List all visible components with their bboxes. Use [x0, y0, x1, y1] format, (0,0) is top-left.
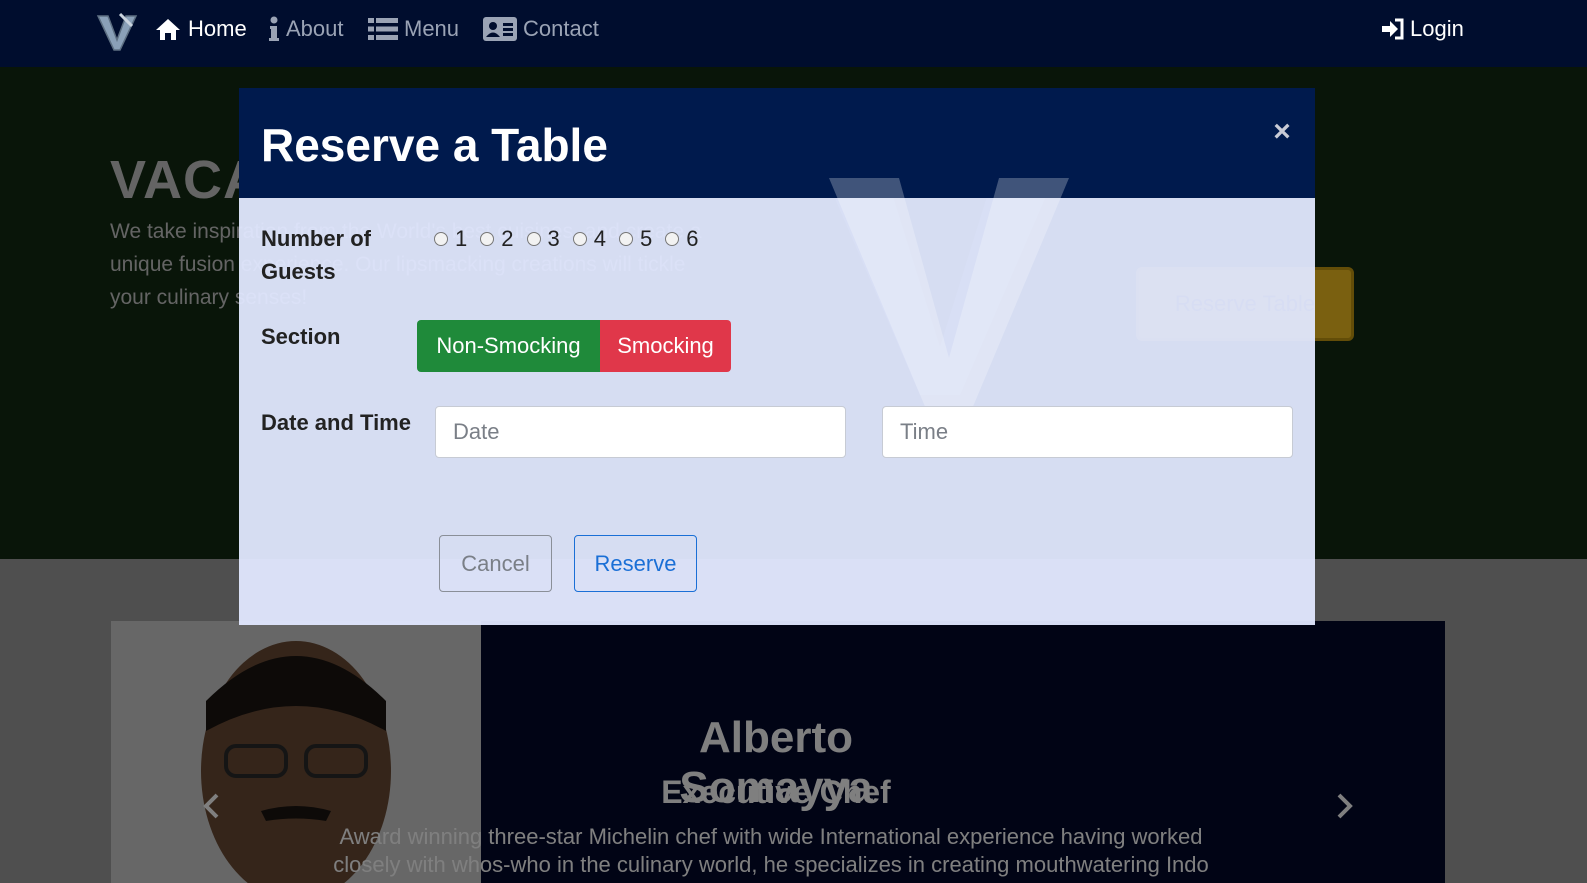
address-card-icon: [483, 17, 517, 41]
radio-button[interactable]: [434, 232, 448, 246]
radio-button[interactable]: [526, 232, 541, 246]
guest-option-label: 6: [686, 226, 699, 251]
nav-menu[interactable]: Menu: [368, 14, 459, 44]
radio-button[interactable]: [480, 232, 495, 246]
guest-option-1[interactable]: 1: [434, 226, 467, 252]
non-smoking-button[interactable]: Non-Smocking: [417, 320, 600, 372]
guests-label: Number of Guests: [261, 226, 371, 284]
nav-about-label: About: [286, 16, 344, 41]
guest-option-label: 4: [593, 226, 606, 251]
modal-title: Reserve a Table: [261, 119, 608, 171]
info-icon: [269, 16, 279, 41]
date-input[interactable]: [435, 406, 846, 458]
sign-in-icon: [1382, 18, 1404, 40]
nav-home-label: Home: [188, 16, 247, 41]
guest-option-label: 5: [640, 226, 653, 251]
guest-option-3[interactable]: 3: [526, 226, 560, 252]
nav-contact-label: Contact: [523, 16, 599, 41]
reserve-modal: Reserve a Table × Number of Guests 1 2 3…: [239, 88, 1315, 625]
nav-home[interactable]: Home: [154, 14, 247, 44]
cancel-button[interactable]: Cancel: [439, 535, 552, 592]
guest-option-4[interactable]: 4: [572, 226, 606, 252]
nav-login-label: Login: [1410, 16, 1464, 41]
date-time-label: Date and Time: [261, 410, 411, 435]
section-label: Section: [261, 324, 341, 349]
radio-button[interactable]: [665, 232, 680, 246]
brand-logo[interactable]: [96, 10, 138, 52]
guest-option-2[interactable]: 2: [480, 226, 514, 252]
guest-option-label: 2: [501, 226, 514, 251]
nav-about[interactable]: About: [268, 14, 344, 44]
guest-option-5[interactable]: 5: [619, 226, 652, 252]
guest-option-label: 1: [455, 226, 468, 251]
time-input[interactable]: [882, 406, 1293, 458]
smoking-button[interactable]: Smocking: [600, 320, 731, 372]
guests-radio-group: 1 2 3 4 5 6: [434, 226, 712, 252]
nav-menu-label: Menu: [404, 16, 460, 41]
guest-option-6[interactable]: 6: [665, 226, 699, 252]
watermark-logo: [829, 178, 1069, 416]
list-icon: [368, 18, 398, 40]
navbar: Home About Menu Contact Login: [0, 0, 1587, 67]
modal-header: Reserve a Table ×: [239, 88, 1315, 198]
nav-contact[interactable]: Contact: [483, 14, 599, 44]
nav-login[interactable]: Login: [1382, 14, 1464, 44]
reserve-button[interactable]: Reserve: [574, 535, 697, 592]
home-icon: [156, 19, 180, 40]
radio-button[interactable]: [619, 232, 633, 246]
close-icon[interactable]: ×: [1268, 117, 1296, 147]
guest-option-label: 3: [547, 226, 560, 251]
section-button-group: Non-Smocking Smocking: [417, 320, 731, 372]
radio-button[interactable]: [572, 232, 587, 246]
